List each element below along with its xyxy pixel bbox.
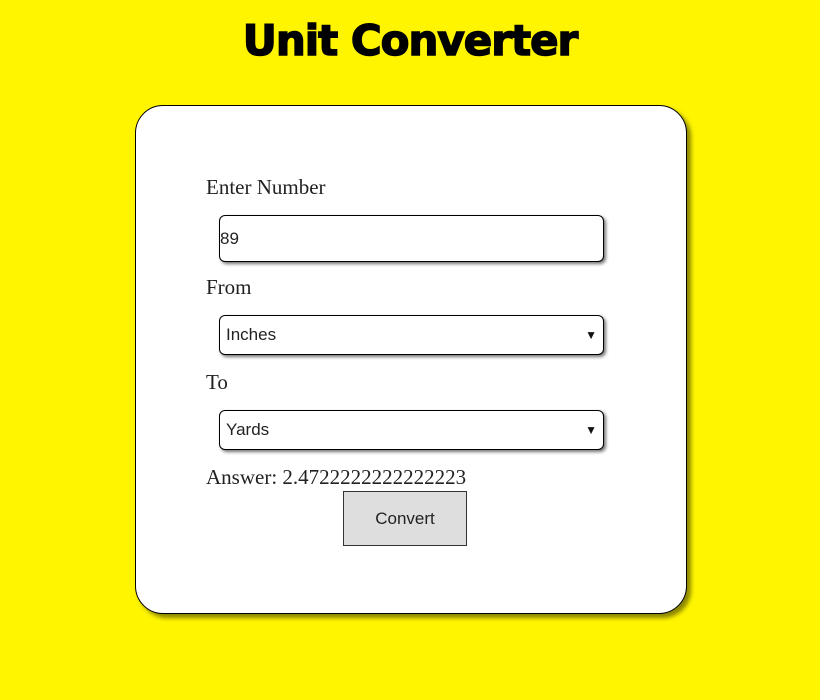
number-input[interactable]: 89	[219, 215, 604, 262]
to-unit-select[interactable]: Yards ▼	[219, 410, 604, 450]
from-label: From	[206, 275, 252, 299]
number-input-value: 89	[220, 229, 239, 248]
converter-card: Enter Number 89 From Inches ▼ To Yards ▼…	[135, 105, 687, 614]
dropdown-arrow-icon: ▼	[585, 423, 597, 437]
from-unit-select[interactable]: Inches ▼	[219, 315, 604, 355]
answer-text: Answer: 2.4722222222222223	[206, 465, 467, 489]
from-unit-value: Inches	[226, 325, 277, 344]
to-label: To	[206, 370, 228, 394]
enter-number-label: Enter Number	[206, 175, 326, 199]
to-unit-value: Yards	[226, 420, 270, 439]
dropdown-arrow-icon: ▼	[585, 328, 597, 342]
convert-button[interactable]: Convert	[343, 491, 467, 546]
page-title: Unit Converter	[242, 15, 579, 66]
